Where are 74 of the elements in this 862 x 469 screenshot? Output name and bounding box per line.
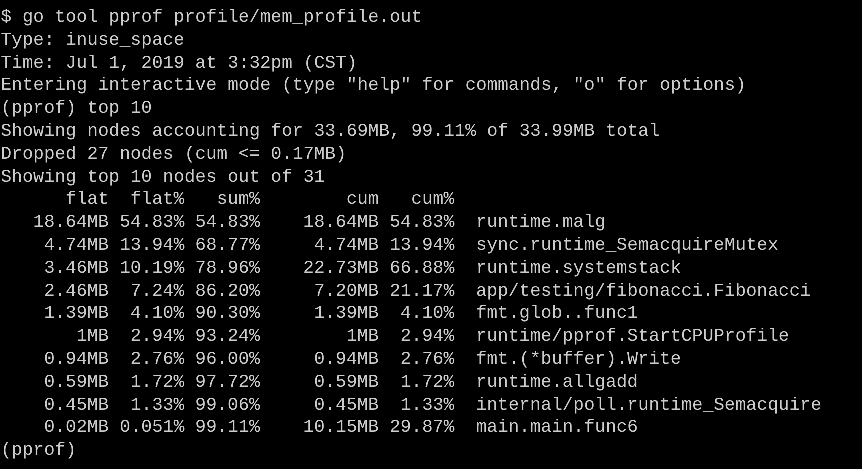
table-cell: runtime.allgadd xyxy=(476,372,638,395)
table-cell: 13.94% xyxy=(390,234,455,258)
terminal-line: Entering interactive mode (type "help" for commands, "o" for options) xyxy=(1,75,746,98)
table-cell: runtime/pprof.StartCPUProfile xyxy=(476,326,790,349)
terminal-line: Showing top 10 nodes out of 31 xyxy=(1,166,326,190)
table-cell-text: 2.94% xyxy=(130,326,185,349)
table-cell-text: 7.20MB xyxy=(313,280,380,304)
table-cell: 99.11% xyxy=(195,417,260,440)
table-cell: 54.83% xyxy=(120,212,185,235)
table-cell-text: 10.15MB xyxy=(302,417,380,440)
table-cell: 29.87% xyxy=(390,417,455,440)
table-cell: app/testing/fibonacci.Fibonacci xyxy=(476,280,812,304)
table-cell-text: 1MB xyxy=(76,326,110,349)
table-cell: 96.00% xyxy=(195,348,260,372)
table-cell: runtime.systemstack xyxy=(476,258,682,281)
table-cell: fmt.(*buffer).Write xyxy=(476,348,682,372)
table-cell-text: 4.10% xyxy=(130,303,185,326)
terminal-line: Dropped 27 nodes (cum <= 0.17MB) xyxy=(1,144,347,167)
table-cell-text: 4.74MB xyxy=(313,234,380,258)
table-cell-text: 22.73MB xyxy=(302,258,380,281)
table-cell-text: 1.72% xyxy=(400,372,455,395)
terminal-line: Showing nodes accounting for 33.69MB, 99.11% of 33.99MB total xyxy=(1,120,660,144)
table-cell-text: 2.94% xyxy=(400,326,455,349)
table-cell: 90.30% xyxy=(195,303,260,326)
table-cell-text: 18.64MB xyxy=(302,212,380,235)
table-cell-text: 1.33% xyxy=(400,394,455,418)
table-cell: 97.72% xyxy=(195,372,260,395)
terminal-line: Type: inuse_space xyxy=(1,30,185,53)
table-cell-text: 0.45MB xyxy=(43,394,110,418)
table-cell: 66.88% xyxy=(390,258,455,281)
table-cell: 21.17% xyxy=(390,280,455,304)
table-cell-text: 1.39MB xyxy=(313,303,380,326)
table-cell-text: 0.59MB xyxy=(313,372,380,395)
table-cell: 86.20% xyxy=(195,280,260,304)
terminal-line: Time: Jul 1, 2019 at 3:32pm (CST) xyxy=(1,52,358,76)
table-cell-text: 4.10% xyxy=(400,303,455,326)
column-header: flat% xyxy=(130,189,185,212)
prompt: (pprof) xyxy=(1,440,77,463)
table-cell-text: 1MB xyxy=(346,326,380,349)
table-cell: 10.19% xyxy=(120,258,185,281)
table-cell: runtime.malg xyxy=(476,212,606,235)
column-header: cum xyxy=(346,189,380,212)
table-cell-text: 4.74MB xyxy=(43,234,110,258)
table-cell-text: 0.02MB xyxy=(43,417,110,440)
table-cell-text: 2.76% xyxy=(130,348,185,372)
table-cell-text: 1.39MB xyxy=(43,303,110,326)
terminal-line: $ go tool pprof profile/mem_profile.out xyxy=(1,7,422,30)
table-cell: 99.06% xyxy=(195,394,260,418)
table-cell: main.main.func6 xyxy=(476,417,638,440)
table-cell: 54.83% xyxy=(390,212,455,235)
table-cell-text: 0.45MB xyxy=(313,394,380,418)
table-cell: fmt.glob..func1 xyxy=(476,303,638,326)
table-cell-text: 2.76% xyxy=(400,348,455,372)
table-cell: 54.83% xyxy=(195,212,260,235)
column-header: flat xyxy=(64,189,110,212)
table-cell: 0.051% xyxy=(120,417,185,440)
table-cell: 68.77% xyxy=(195,234,260,258)
table-cell-text: 3.46MB xyxy=(43,258,110,281)
table-cell: 78.96% xyxy=(195,258,260,281)
table-cell-text: 1.72% xyxy=(130,372,185,395)
table-cell-text: 1.33% xyxy=(130,394,185,418)
table-cell-text: 0.59MB xyxy=(43,372,110,395)
column-header: sum% xyxy=(216,189,260,212)
table-cell-text: 0.94MB xyxy=(313,348,380,372)
column-header: cum% xyxy=(410,189,455,212)
table-cell: internal/poll.runtime_Semacquire xyxy=(476,394,822,418)
table-cell-text: 7.24% xyxy=(130,280,185,304)
table-cell: sync.runtime_SemacquireMutex xyxy=(476,234,779,258)
table-cell-text: 18.64MB xyxy=(32,212,110,235)
table-cell-text: 0.94MB xyxy=(43,348,110,372)
table-cell: 13.94% xyxy=(120,234,185,258)
table-cell: 93.24% xyxy=(195,326,260,349)
table-cell-text: 2.46MB xyxy=(43,280,110,304)
terminal-line: (pprof) top 10 xyxy=(1,98,152,121)
